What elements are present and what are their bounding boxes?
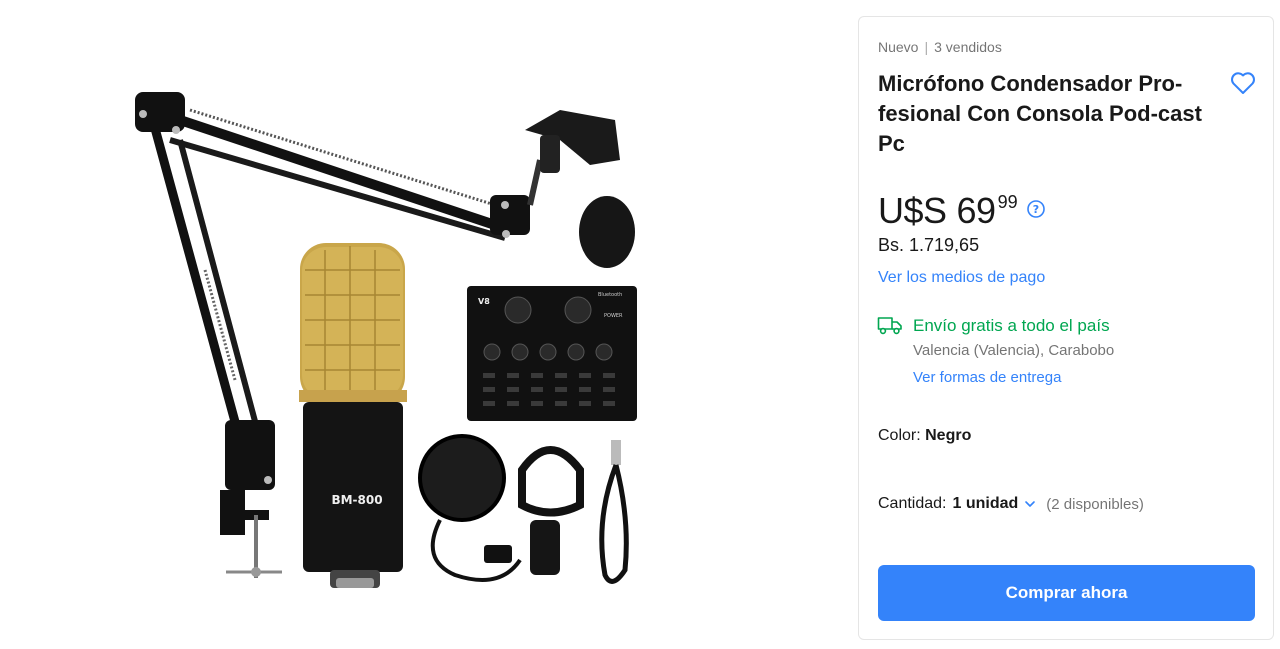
color-selector: Color: Negro bbox=[878, 427, 971, 445]
product-gallery[interactable]: BM-800 V8 Bluetooth POWER bbox=[0, 0, 850, 649]
foam-windscreen-illustration bbox=[579, 196, 635, 268]
buy-box: Nuevo | 3 vendidos Micrófono Condensador P… bbox=[858, 16, 1274, 640]
quantity-selector: Cantidad: 1 unidad (2 disponibles) bbox=[878, 495, 1144, 513]
product-subtitle: Nuevo | 3 vendidos bbox=[878, 39, 1002, 55]
chevron-down-icon[interactable] bbox=[1024, 498, 1036, 510]
buy-now-button[interactable]: Comprar ahora bbox=[878, 565, 1255, 621]
sold-count: 3 vendidos bbox=[934, 39, 1002, 55]
available-stock: (2 disponibles) bbox=[1046, 495, 1144, 513]
mic-model-label: BM-800 bbox=[331, 493, 382, 507]
truck-icon bbox=[877, 317, 902, 335]
shipping-location: Valencia (Valencia), Carabobo bbox=[913, 342, 1115, 359]
microphone-illustration: BM-800 bbox=[299, 243, 407, 588]
shock-mount-illustration bbox=[518, 446, 584, 575]
sound-console-illustration: V8 Bluetooth POWER bbox=[467, 286, 637, 421]
quantity-label: Cantidad: bbox=[878, 495, 947, 512]
product-title: Micrófono Condensador Pro-fesional Con C… bbox=[878, 71, 1202, 156]
heart-icon bbox=[1231, 72, 1255, 94]
price-cents: 99 bbox=[997, 192, 1018, 212]
quantity-dropdown[interactable]: 1 unidad bbox=[953, 495, 1019, 513]
console-model-label: V8 bbox=[478, 297, 490, 306]
console-power-label: POWER bbox=[604, 313, 623, 319]
price-amount: 69 bbox=[956, 190, 997, 231]
free-shipping-label: Envío gratis a todo el país bbox=[913, 316, 1110, 335]
subtitle-separator: | bbox=[924, 39, 929, 55]
console-bluetooth-label: Bluetooth bbox=[598, 292, 622, 298]
payment-methods-link[interactable]: Ver los medios de pago bbox=[878, 269, 1045, 287]
condition-label: Nuevo bbox=[878, 39, 919, 55]
favorite-button[interactable] bbox=[1228, 69, 1258, 97]
local-price: Bs. 1.719,65 bbox=[878, 235, 980, 255]
help-icon[interactable]: ? bbox=[1026, 199, 1046, 219]
xlr-cable-illustration bbox=[599, 440, 629, 584]
color-label: Color: bbox=[878, 427, 926, 444]
svg-text:?: ? bbox=[1032, 203, 1038, 216]
pop-filter-illustration bbox=[418, 434, 522, 582]
product-image[interactable]: BM-800 V8 Bluetooth POWER bbox=[0, 0, 850, 649]
price: U$S 69 99 ? bbox=[878, 187, 1046, 235]
delivery-options-link[interactable]: Ver formas de entrega bbox=[913, 369, 1061, 386]
color-value: Negro bbox=[925, 427, 972, 444]
product-page: BM-800 V8 Bluetooth POWER Nuevo | 3 vend… bbox=[0, 0, 1280, 649]
price-currency: U$S bbox=[878, 190, 947, 231]
